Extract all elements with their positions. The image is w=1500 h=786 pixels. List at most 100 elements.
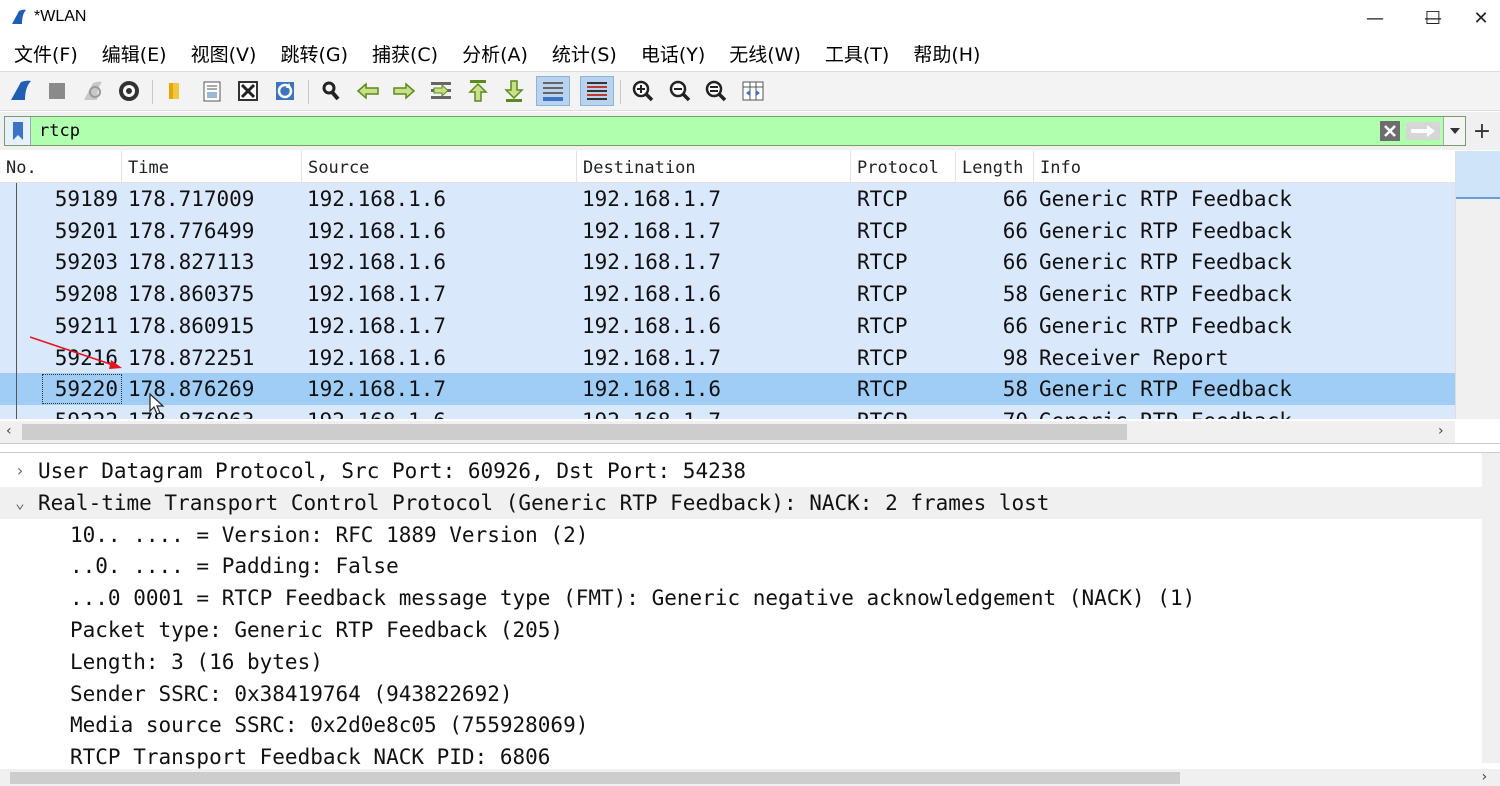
capture-options-icon[interactable] — [114, 76, 144, 106]
packet-source-cell: 192.168.1.7 — [307, 377, 447, 402]
details-tree-field[interactable]: Packet type: Generic RTP Feedback (205) — [0, 614, 1500, 646]
scroll-right-icon[interactable]: › — [1438, 423, 1444, 439]
stop-capture-icon[interactable] — [42, 76, 72, 106]
packet-row[interactable]: 59189 178.717009 192.168.1.6 192.168.1.7 RTC… — [0, 183, 1455, 215]
packet-length-cell: 66 — [1002, 250, 1028, 275]
packet-time-cell: 178.860375 — [128, 282, 255, 307]
column-header-length[interactable]: Length — [956, 151, 1034, 183]
restart-capture-icon[interactable] — [78, 76, 108, 106]
display-filter-input[interactable] — [31, 117, 1377, 145]
packet-row[interactable]: 59201 178.776499 192.168.1.6 192.168.1.7 RTC… — [0, 214, 1455, 247]
mouse-cursor-icon — [149, 392, 165, 415]
packet-source-cell: 192.168.1.7 — [307, 313, 447, 338]
details-vertical-scroll-thumb[interactable] — [1484, 453, 1498, 473]
filter-history-dropdown-icon[interactable] — [1443, 117, 1465, 145]
packet-protocol-cell: RTCP — [857, 313, 908, 338]
details-tree-field[interactable]: Length: 3 (16 bytes) — [0, 646, 1500, 678]
packet-source-cell: 192.168.1.6 — [307, 250, 447, 275]
close-file-icon[interactable] — [233, 76, 263, 106]
details-text: User Datagram Protocol, Src Port: 60926,… — [38, 459, 747, 483]
related-packet-line — [16, 246, 17, 279]
column-header-no[interactable]: No. — [0, 151, 122, 183]
minimize-button-2[interactable]: — — [1346, 0, 1404, 36]
packet-list-rows: 59189 178.717009 192.168.1.6 192.168.1.7 RTC… — [0, 183, 1455, 419]
menu-item[interactable]: 工具(T) — [815, 40, 899, 67]
related-packet-line — [16, 278, 17, 311]
shark-fin-start-icon[interactable] — [6, 76, 36, 106]
menu-item[interactable]: 无线(W) — [719, 40, 811, 67]
details-scroll-right-icon[interactable]: › — [1480, 769, 1488, 785]
maximize-button[interactable]: ☐ — [1404, 0, 1462, 36]
close-button[interactable]: ✕ — [1462, 0, 1500, 36]
display-filter-box — [4, 116, 1466, 146]
packet-list-header: No. Time Source Destination Protocol Len… — [0, 151, 1455, 183]
packet-row[interactable]: 59220 178.876269 192.168.1.7 192.168.1.6 RTC… — [0, 373, 1455, 406]
details-text: Real-time Transport Control Protocol (Ge… — [38, 490, 1050, 515]
auto-scroll-icon[interactable] — [536, 76, 570, 106]
menu-item[interactable]: 分析(A) — [452, 40, 538, 67]
go-back-icon[interactable] — [353, 76, 383, 106]
packet-row[interactable]: 59222178.876963192.168.1.6192.168.1.7RTC… — [0, 404, 1455, 419]
packet-row[interactable]: 59208 178.860375 192.168.1.7 192.168.1.6 RTC… — [0, 278, 1455, 311]
packet-destination-cell: 192.168.1.7 — [582, 405, 847, 419]
go-to-packet-icon[interactable] — [426, 76, 456, 106]
details-tree-node[interactable]: ⌄ Real-time Transport Control Protocol (G… — [0, 486, 1500, 519]
menu-item[interactable]: 编辑(E) — [92, 40, 177, 67]
reload-file-icon[interactable] — [270, 76, 300, 106]
menu-item[interactable]: 跳转(G) — [270, 40, 358, 67]
column-header-protocol[interactable]: Protocol — [851, 151, 956, 183]
packet-info-cell: Generic RTP Feedback — [1039, 218, 1292, 243]
packet-destination-cell: 192.168.1.7 — [582, 345, 722, 370]
menu-item[interactable]: 文件(F) — [4, 40, 88, 67]
packet-protocol-cell: RTCP — [857, 250, 908, 275]
packet-row[interactable]: 59203 178.827113 192.168.1.6 192.168.1.7 RTC… — [0, 246, 1455, 279]
first-packet-icon[interactable] — [463, 76, 493, 106]
packet-no-cell: 59222 — [40, 405, 118, 419]
details-tree-field[interactable]: Media source SSRC: 0x2d0e8c05 (755928069… — [0, 709, 1500, 741]
menu-item[interactable]: 视图(V) — [181, 40, 267, 67]
packet-list-vertical-scroll-thumb[interactable] — [1456, 151, 1500, 199]
column-header-source[interactable]: Source — [302, 151, 577, 183]
colorize-icon[interactable] — [580, 76, 614, 106]
zoom-in-icon[interactable] — [628, 76, 658, 106]
collapsed-chevron-icon[interactable]: › — [10, 455, 30, 487]
packet-time-cell: 178.860915 — [128, 313, 255, 338]
details-tree-field[interactable]: ...0 0001 = RTCP Feedback message type (… — [0, 582, 1500, 614]
expanded-chevron-icon[interactable]: ⌄ — [10, 487, 30, 519]
normal-size-icon[interactable] — [701, 76, 731, 106]
go-forward-icon[interactable] — [389, 76, 419, 106]
details-vertical-scrollbar[interactable] — [1482, 453, 1500, 763]
details-tree-field[interactable]: Sender SSRC: 0x38419764 (943822692) — [0, 678, 1500, 710]
menu-item[interactable]: 电话(Y) — [631, 40, 715, 67]
apply-filter-icon[interactable] — [1403, 117, 1443, 145]
packet-info-cell: Generic RTP Feedback — [1039, 282, 1292, 307]
column-header-time[interactable]: Time — [122, 151, 302, 183]
packet-row[interactable]: 59211 178.860915 192.168.1.7 192.168.1.6 RTC… — [0, 309, 1455, 342]
packet-list-horizontal-scroll-thumb[interactable] — [22, 424, 1127, 440]
packet-list-vertical-scrollbar[interactable] — [1455, 151, 1500, 419]
column-header-destination[interactable]: Destination — [577, 151, 851, 183]
save-file-icon[interactable] — [197, 76, 227, 106]
details-tree-node[interactable]: › User Datagram Protocol, Src Port: 60926… — [0, 455, 1500, 487]
scroll-left-icon[interactable]: ‹ — [6, 423, 12, 439]
details-tree-field[interactable]: ..0. .... = Padding: False — [0, 550, 1500, 582]
clear-filter-icon[interactable] — [1377, 117, 1403, 145]
column-header-info[interactable]: Info — [1034, 151, 1455, 183]
open-file-icon[interactable] — [160, 76, 190, 106]
last-packet-icon[interactable] — [499, 76, 529, 106]
packet-protocol-cell: RTCP — [857, 377, 908, 402]
resize-columns-icon[interactable] — [738, 76, 768, 106]
find-packet-icon[interactable] — [316, 76, 346, 106]
add-filter-button[interactable]: + — [1470, 118, 1494, 144]
zoom-out-icon[interactable] — [665, 76, 695, 106]
packet-no-cell: 59211 — [54, 313, 118, 338]
details-horizontal-scroll-thumb[interactable] — [10, 772, 1180, 784]
menu-item[interactable]: 统计(S) — [542, 40, 627, 67]
details-horizontal-scrollbar[interactable]: › — [0, 769, 1500, 786]
menu-item[interactable]: 帮助(H) — [903, 40, 990, 67]
bookmark-icon[interactable] — [5, 117, 31, 145]
menu-item[interactable]: 捕获(C) — [362, 40, 448, 67]
packet-list-horizontal-scrollbar[interactable]: ‹ › — [0, 421, 1455, 443]
details-tree-field[interactable]: 10.. .... = Version: RFC 1889 Version (2… — [0, 519, 1500, 551]
packet-row[interactable]: 59216 178.872251 192.168.1.6 192.168.1.7 RTC… — [0, 341, 1455, 374]
